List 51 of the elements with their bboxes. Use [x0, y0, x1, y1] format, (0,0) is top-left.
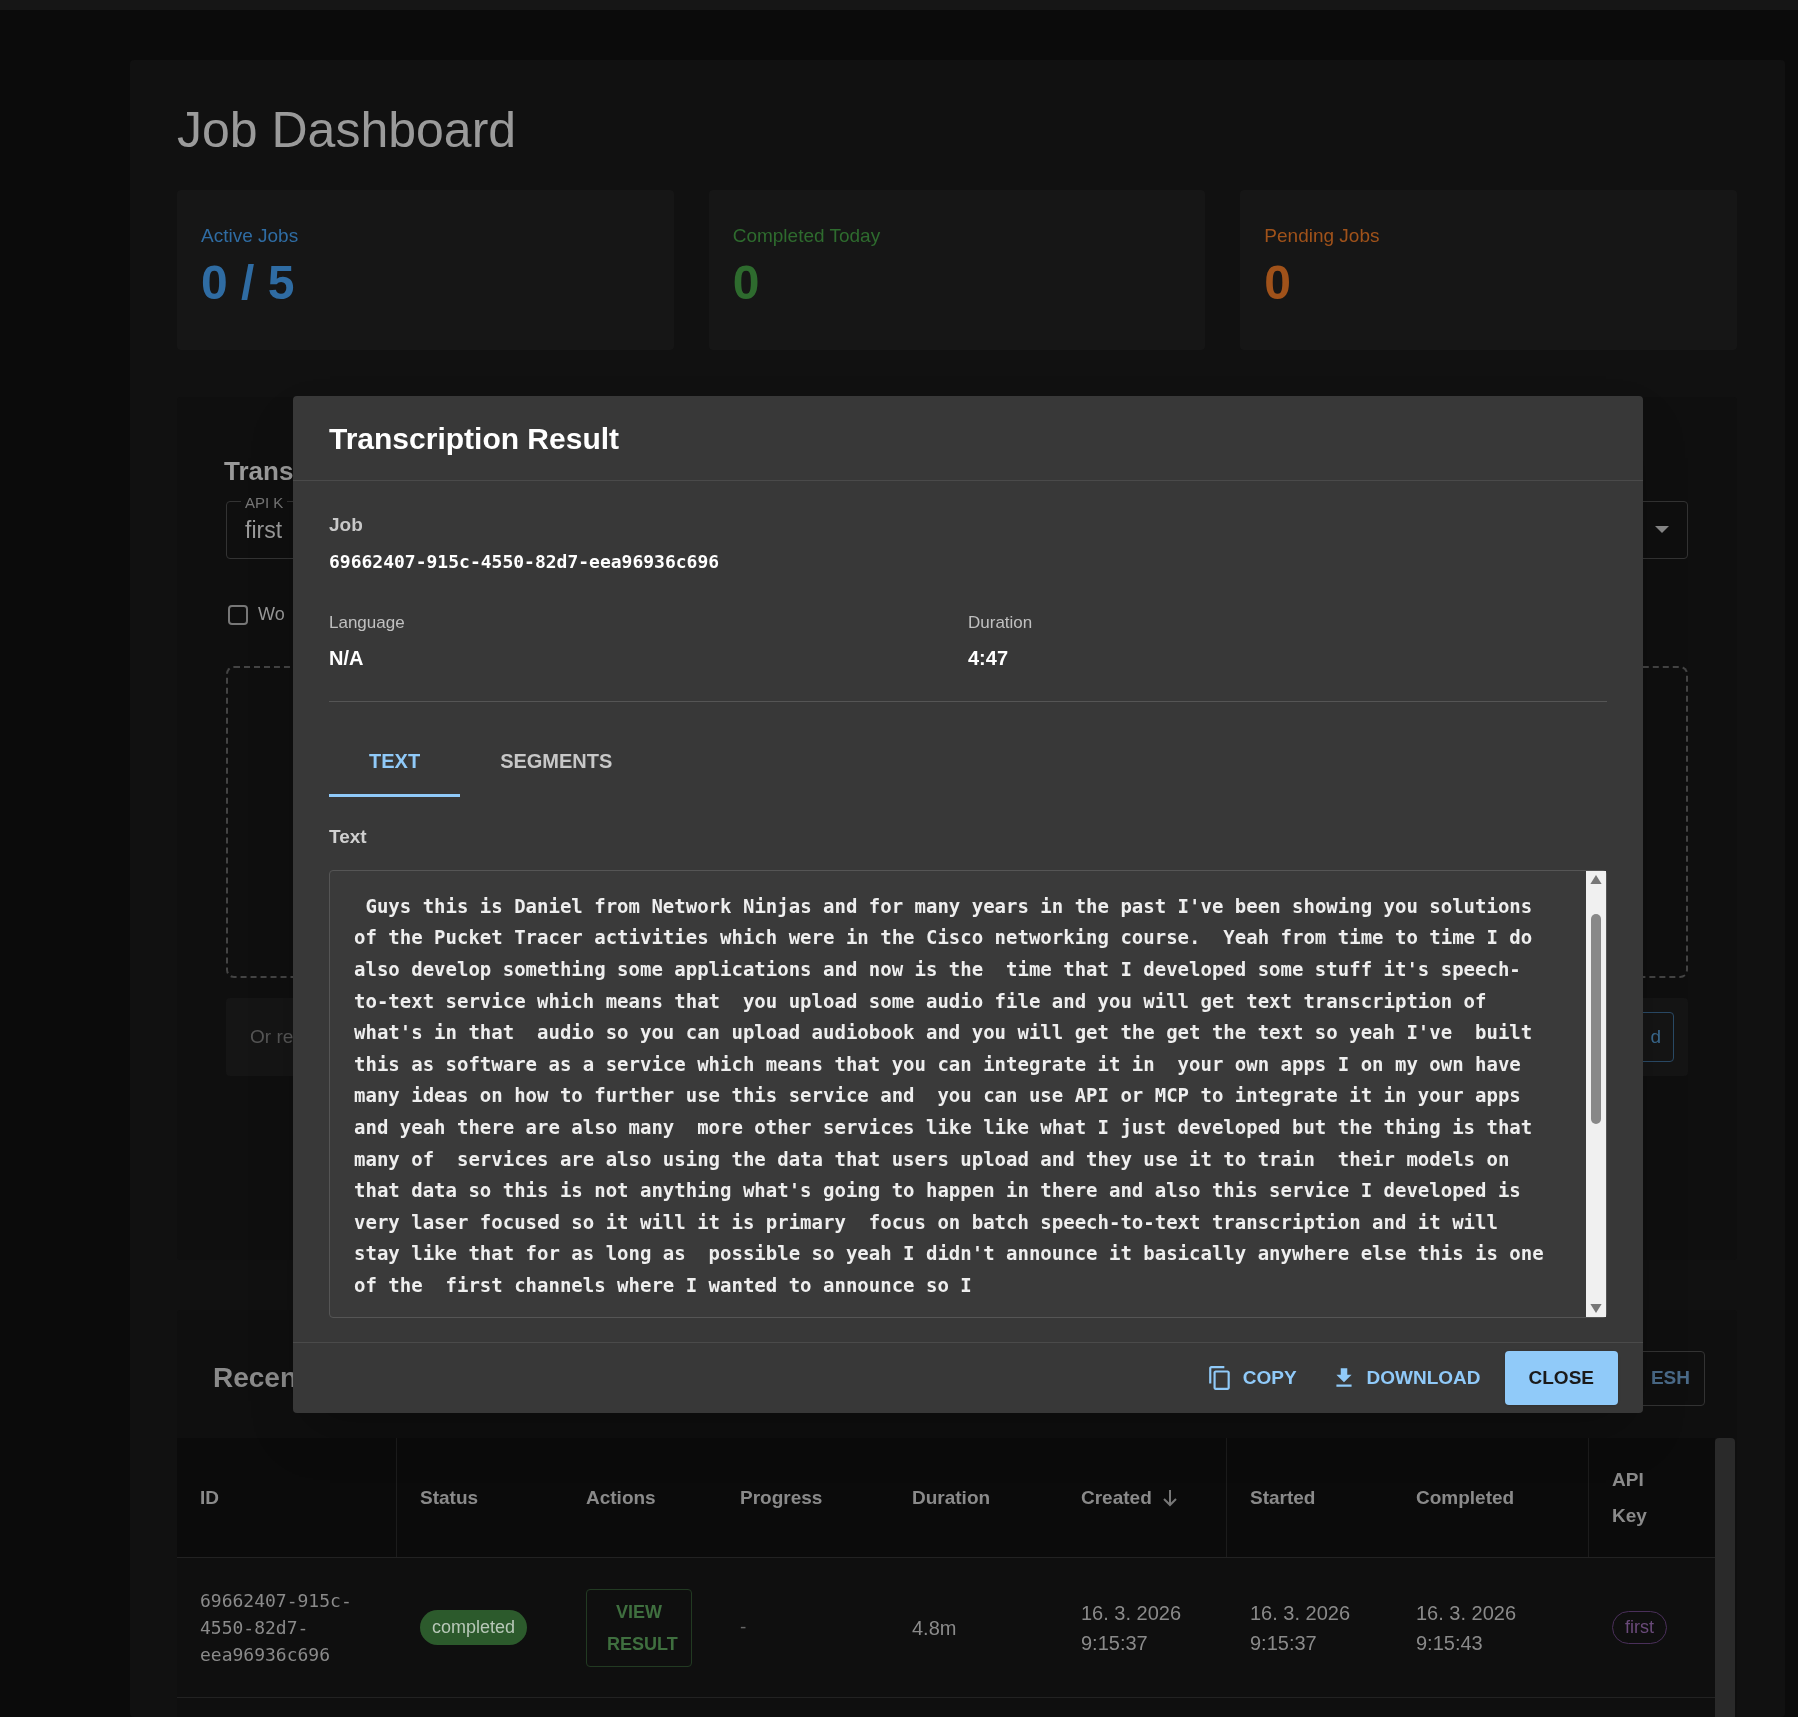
- field-label: Language: [329, 611, 405, 634]
- completed-date: 16. 3. 2026 9:15:43: [1416, 1600, 1518, 1656]
- started-date: 16. 3. 2026 9:15:37: [1250, 1600, 1352, 1656]
- duration-text: 4.8m: [912, 1615, 957, 1641]
- stat-value: 0: [732, 254, 760, 311]
- section-title: Recen: [213, 1361, 298, 1395]
- status-badge: completed: [420, 1610, 528, 1645]
- column-header[interactable]: API Key: [1612, 1461, 1662, 1534]
- job-id: 69662407-915c-4550-82d7-eea96936c696: [200, 1589, 353, 1667]
- url-placeholder: Or re: [250, 1024, 294, 1049]
- stat-value: 0: [1264, 254, 1292, 311]
- stat-label: Active Jobs: [201, 224, 300, 248]
- checkbox[interactable]: [228, 604, 248, 625]
- dialog-title: Transcription Result: [329, 420, 620, 457]
- column-header[interactable]: Actions: [586, 1479, 656, 1516]
- field-value: 4:47: [968, 646, 1009, 672]
- download-button[interactable]: DOWNLOAD: [1320, 1350, 1491, 1405]
- column-header[interactable]: Progress: [740, 1479, 823, 1516]
- scrollbar[interactable]: [1586, 870, 1606, 1317]
- scroll-down-icon[interactable]: [1590, 1303, 1602, 1313]
- checkbox-label: Wo: [258, 603, 285, 626]
- progress-text: -: [740, 1615, 747, 1640]
- view-result-button[interactable]: VIEW RESULT: [586, 1588, 692, 1667]
- stat-label: Completed Today: [732, 224, 882, 248]
- panel-title: Trans: [224, 455, 294, 488]
- page-title: Job Dashboard: [177, 101, 518, 160]
- select-value: first: [245, 515, 283, 545]
- column-header[interactable]: ID: [200, 1479, 219, 1516]
- field-label: Duration: [968, 611, 1033, 634]
- job-id: 69662407-915c-4550-82d7-eea96936c696: [329, 549, 720, 574]
- created-date: 16. 3. 2026 9:15:37: [1081, 1600, 1183, 1656]
- close-button[interactable]: CLOSE: [1504, 1350, 1618, 1405]
- scrollbar[interactable]: [1715, 1438, 1735, 1717]
- column-header[interactable]: Started: [1250, 1479, 1316, 1516]
- field-label: Job: [329, 513, 363, 538]
- copy-icon: [1206, 1364, 1233, 1391]
- caret-icon: [1655, 526, 1669, 533]
- tab[interactable]: TEXT: [329, 727, 461, 798]
- scroll-up-icon[interactable]: [1590, 874, 1602, 884]
- copy-button[interactable]: COPY: [1196, 1350, 1307, 1405]
- column-header[interactable]: Status: [420, 1479, 479, 1516]
- stat-label: Pending Jobs: [1264, 224, 1381, 248]
- text-area[interactable]: Guys this is Daniel from Network Ninjas and for many years in the past I've been showing you solutions of the Pucket Tracer activities which were in the Cisco networking course. Yeah from time to time I do also develop something some applications and now is the time that I developed some stuff it's speech-to-text service which means that you upload some audio file and you will get text transcription of what's in that audio so you can upload audiobook and you will get the get the text so yeah I've built this as software as a service which means that you can integrate it in your own apps I on my own have many ideas on how to further use this service and you can use API or MCP to integrate it in your apps and yeah there are also many more other services like like what I just developed but the thing is that many of services are also using the data that users upload and they use it to train their models on that data so this is not anything what's going to happen in there and also this service I developed is very laser focused so it will it is primary focus on batch speech-to-text transcription and it will stay like that for as long as possible so yeah I didn't announce it basically anywhere else this is one of the first channels where I wanted to announce so I: [329, 869, 1607, 1318]
- tab[interactable]: SEGMENTS: [460, 727, 653, 798]
- scrollbar-thumb[interactable]: [1591, 913, 1601, 1124]
- column-header[interactable]: Created: [1081, 1479, 1178, 1516]
- column-header[interactable]: Duration: [912, 1479, 991, 1516]
- text-label: Text: [329, 825, 367, 850]
- stat-value: 0 / 5: [201, 254, 295, 311]
- field-value: N/A: [329, 646, 364, 672]
- column-header[interactable]: Completed: [1416, 1479, 1515, 1516]
